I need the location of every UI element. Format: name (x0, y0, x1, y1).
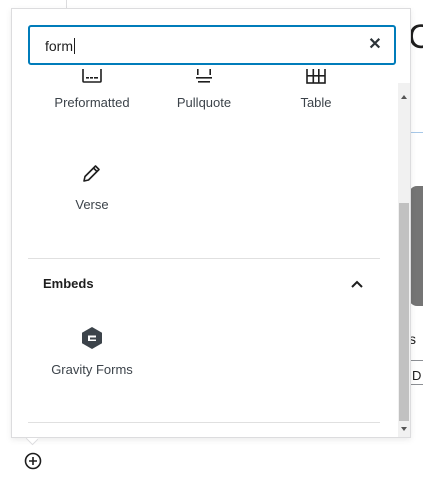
scroll-down-button[interactable] (398, 421, 410, 431)
plus-circle-icon (24, 452, 42, 470)
panel-divider (28, 258, 380, 259)
block-item-preformatted[interactable]: Preformatted (37, 69, 147, 110)
block-item-pullquote[interactable]: Pullquote (149, 69, 259, 110)
block-item-table[interactable]: Table (261, 69, 371, 110)
triangle-up-icon (401, 95, 407, 99)
results-scrollbar[interactable] (398, 83, 410, 437)
chevron-up-icon (351, 280, 363, 288)
popover-arrow (26, 438, 38, 450)
block-item-label: Pullquote (176, 95, 232, 110)
panel-divider (28, 422, 380, 423)
block-inserter-popover: form ✕ Preformatted Pullquote Table Vers… (11, 8, 411, 438)
clear-search-button[interactable]: ✕ (366, 36, 384, 54)
scroll-up-button[interactable] (398, 89, 410, 99)
block-inserter-toggle[interactable] (23, 451, 43, 471)
collapse-embeds-button[interactable] (348, 277, 366, 291)
editor-table-rule (409, 360, 423, 361)
table-icon (306, 69, 326, 84)
editor-text-fragment: D (412, 368, 422, 383)
block-item-verse[interactable]: Verse (37, 161, 147, 212)
editor-image-placeholder (409, 186, 423, 306)
search-input-value[interactable]: form (45, 38, 75, 54)
block-item-label: Preformatted (54, 95, 130, 110)
scrollbar-thumb[interactable] (399, 203, 409, 421)
block-item-label: Table (300, 95, 332, 110)
editor-block-outline (410, 132, 423, 133)
block-item-label: Verse (75, 197, 109, 212)
gravity-forms-icon (82, 327, 102, 349)
close-icon: ✕ (368, 36, 382, 53)
pencil-icon (83, 165, 100, 182)
pullquote-icon (196, 69, 212, 83)
block-search-input[interactable]: form ✕ (28, 25, 396, 65)
block-item-label: Gravity Forms (51, 362, 133, 377)
editor-table-rule (409, 384, 423, 385)
block-results: Preformatted Pullquote Table Verse Embed… (12, 69, 398, 437)
preformatted-icon (82, 69, 102, 83)
block-item-gravity-forms[interactable]: Gravity Forms (37, 326, 147, 377)
panel-title-embeds: Embeds (43, 276, 94, 291)
triangle-down-icon (401, 427, 407, 431)
